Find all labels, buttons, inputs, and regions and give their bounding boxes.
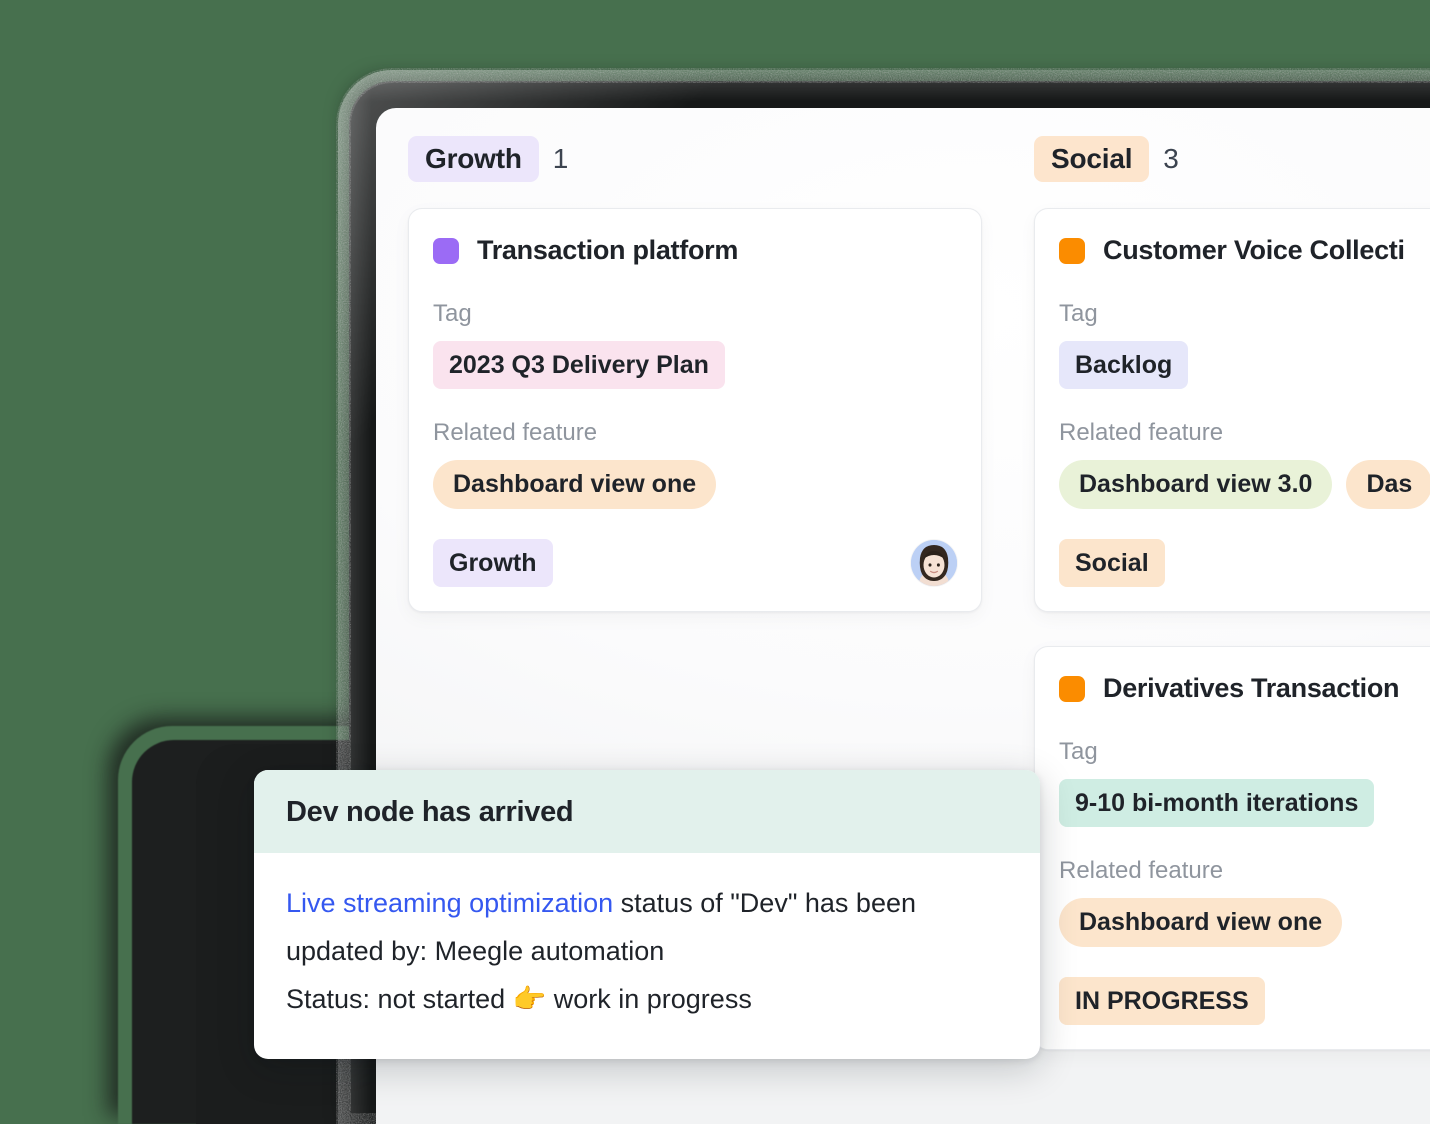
related-feature-chip-list: Dashboard view one (1059, 898, 1430, 947)
card-title: Derivatives Transaction (1103, 673, 1400, 704)
notification-title: Dev node has arrived (286, 796, 574, 828)
notification-line-2: updated by: Meegle automation (286, 936, 665, 967)
card-title: Customer Voice Collecti (1103, 235, 1405, 265)
field-label-related-feature: Related feature (1059, 419, 1224, 447)
tag-chip-list: Backlog (1059, 340, 1430, 390)
notification-body: Live streaming optimization status of "D… (254, 853, 1040, 1059)
board-card[interactable]: Customer Voice Collecti Tag Backlog Rela… (1034, 208, 1430, 613)
notification-toast[interactable]: Dev node has arrived Live streaming opti… (254, 770, 1040, 1060)
card-footer: IN PROGRESS (1059, 976, 1430, 1026)
column-count-social: 3 (1163, 143, 1179, 174)
footer-chip-list: IN PROGRESS (1059, 976, 1265, 1026)
tag-chip-list: 9-10 bi-month iterations (1059, 778, 1430, 828)
notification-line-1: Live streaming optimization status of "D… (286, 879, 1008, 927)
card-color-swatch-icon (1059, 675, 1085, 702)
related-feature-chip-list: Dashboard view one (433, 460, 957, 509)
card-title-row: Customer Voice Collecti (1059, 235, 1430, 266)
tag-chip-list: 2023 Q3 Delivery Plan (433, 340, 957, 390)
related-feature-chip[interactable]: Dashboard view 3.0 (1059, 460, 1333, 509)
footer-chip-list: Growth (433, 538, 553, 588)
footer-chip-list: Social (1059, 538, 1165, 588)
related-feature-chip[interactable]: Dashboard view one (1059, 898, 1343, 947)
column-header-social: Social 3 (1034, 132, 1430, 186)
status-badge[interactable]: Social (1059, 538, 1165, 588)
assignee-avatar[interactable] (911, 539, 957, 586)
card-title-row: Derivatives Transaction (1059, 673, 1430, 704)
avatar-photo (911, 539, 957, 586)
tag-chip[interactable]: 2023 Q3 Delivery Plan (433, 340, 725, 390)
field-label-tag: Tag (1059, 300, 1098, 327)
related-feature-chip[interactable]: Dashboard view one (433, 460, 717, 509)
card-title-row: Transaction platform (433, 235, 957, 266)
card-footer: Social (1059, 538, 1430, 588)
field-label-related-feature: Related feature (1059, 857, 1224, 885)
field-label-related-feature: Related feature (433, 419, 598, 447)
notification-line-1-rest: status of "Dev" has been (613, 888, 916, 918)
tag-chip[interactable]: 9-10 bi-month iterations (1059, 778, 1375, 828)
status-badge[interactable]: Growth (433, 538, 553, 588)
notification-line-3: Status: not started 👉 work in progress (286, 984, 752, 1015)
related-feature-chip-list: Dashboard view 3.0 Das (1059, 460, 1430, 509)
column-count-growth: 1 (552, 143, 569, 174)
column-pill-growth[interactable]: Growth (408, 136, 539, 182)
tag-chip[interactable]: Backlog (1059, 340, 1189, 390)
card-color-swatch-icon (433, 237, 459, 264)
notification-header: Dev node has arrived (254, 770, 1040, 853)
card-color-swatch-icon (1059, 237, 1085, 264)
column-header-growth: Growth 1 (408, 132, 982, 186)
field-label-tag: Tag (433, 300, 472, 327)
board-card[interactable]: Transaction platform Tag 2023 Q3 Deliver… (408, 208, 982, 613)
related-feature-chip[interactable]: Das (1346, 460, 1430, 509)
column-pill-social[interactable]: Social (1034, 136, 1150, 182)
status-badge[interactable]: IN PROGRESS (1059, 976, 1265, 1026)
board-column-social: Social 3 Customer Voice Collecti Tag Bac… (1034, 132, 1430, 1124)
card-footer: Growth (433, 538, 957, 588)
card-title: Transaction platform (477, 235, 739, 265)
field-label-tag: Tag (1059, 738, 1098, 766)
board-card[interactable]: Derivatives Transaction Tag 9-10 bi-mont… (1034, 646, 1430, 1051)
notification-link[interactable]: Live streaming optimization (286, 888, 613, 918)
